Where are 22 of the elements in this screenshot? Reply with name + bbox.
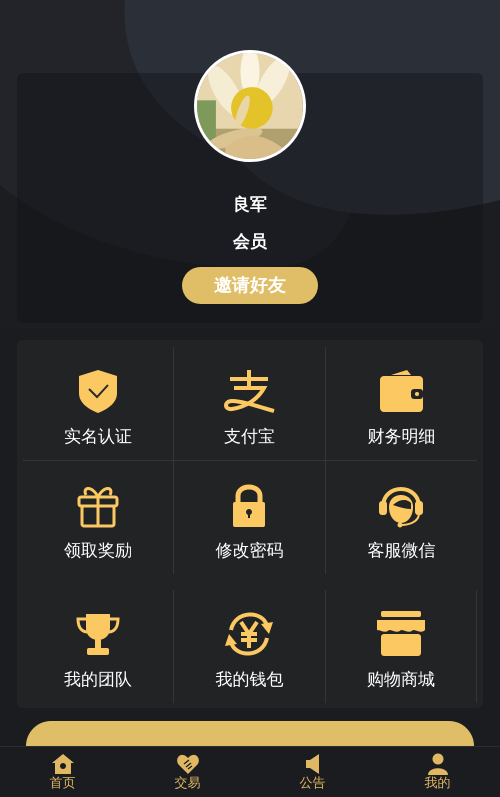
menu-item[interactable]: 领取奖励 xyxy=(64,479,132,563)
menu-item[interactable]: 支付宝 xyxy=(222,365,276,449)
member-level: 会员 xyxy=(233,231,267,254)
tab-item[interactable]: 交易 xyxy=(125,747,250,797)
alipay-icon xyxy=(222,367,276,415)
user-icon xyxy=(426,752,450,776)
menu-item[interactable]: 财务明细 xyxy=(367,365,436,449)
logout-button[interactable] xyxy=(26,721,474,746)
home-icon xyxy=(50,752,74,776)
menu-item[interactable]: 修改密码 xyxy=(215,479,284,563)
tab-item[interactable]: 我的 xyxy=(375,747,500,797)
tab-item[interactable]: 首页 xyxy=(0,747,125,797)
menu-item[interactable]: 购物商城 xyxy=(366,608,435,692)
menu-item[interactable]: 我的钱包 xyxy=(215,608,284,692)
menu-item[interactable]: 实名认证 xyxy=(64,365,132,449)
tab-item[interactable]: 公告 xyxy=(250,747,375,797)
wallet-icon xyxy=(377,367,426,415)
user-name: 良军 xyxy=(233,194,267,217)
menu-item[interactable]: 我的团队 xyxy=(64,608,132,692)
menu-item[interactable]: 客服微信 xyxy=(367,479,436,563)
heart-handshake-icon xyxy=(176,752,200,776)
shop-icon xyxy=(374,610,427,658)
